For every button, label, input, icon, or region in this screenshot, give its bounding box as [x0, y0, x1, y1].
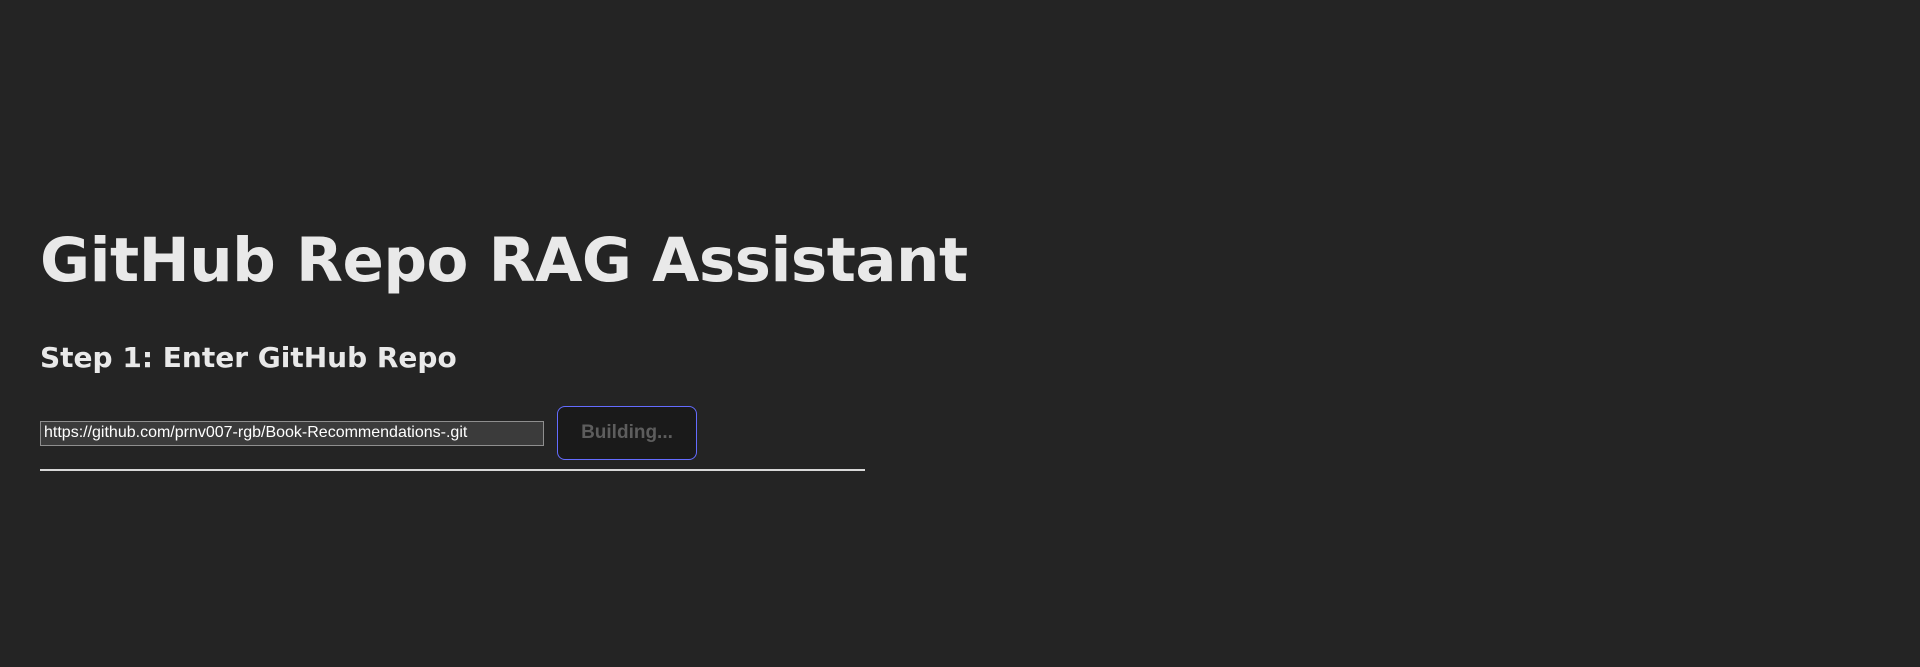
page-title: GitHub Repo RAG Assistant	[40, 225, 968, 296]
repo-url-input[interactable]	[40, 420, 544, 446]
build-button[interactable]: Building...	[557, 406, 697, 460]
repo-input-row: Building...	[40, 406, 697, 460]
section-divider	[40, 469, 865, 471]
step-1-title: Step 1: Enter GitHub Repo	[40, 341, 457, 374]
app-root: GitHub Repo RAG Assistant Step 1: Enter …	[40, 222, 968, 471]
